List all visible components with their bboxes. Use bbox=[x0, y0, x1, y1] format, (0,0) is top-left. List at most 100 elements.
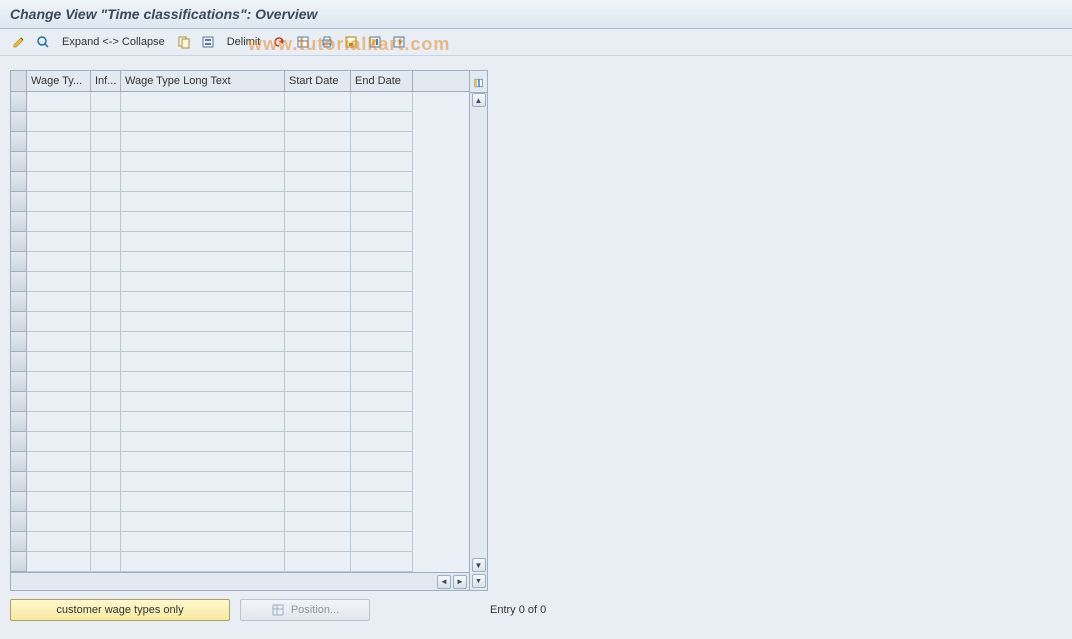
cell-end-date[interactable] bbox=[351, 212, 413, 232]
cell-wage-type[interactable] bbox=[27, 172, 91, 192]
cell-inf[interactable] bbox=[91, 412, 121, 432]
cell-wage-type[interactable] bbox=[27, 452, 91, 472]
cell-wage-type-long[interactable] bbox=[121, 292, 285, 312]
cell-wage-type-long[interactable] bbox=[121, 332, 285, 352]
cell-start-date[interactable] bbox=[285, 372, 351, 392]
row-selector[interactable] bbox=[11, 252, 27, 272]
cell-start-date[interactable] bbox=[285, 392, 351, 412]
delimit-button[interactable]: Delimit bbox=[223, 34, 265, 50]
column-header-inf[interactable]: Inf... bbox=[91, 71, 121, 91]
column-header-selector[interactable] bbox=[11, 71, 27, 91]
cell-wage-type-long[interactable] bbox=[121, 392, 285, 412]
cell-inf[interactable] bbox=[91, 372, 121, 392]
cell-end-date[interactable] bbox=[351, 532, 413, 552]
row-selector[interactable] bbox=[11, 472, 27, 492]
select-all-icon[interactable] bbox=[199, 33, 217, 51]
cell-wage-type[interactable] bbox=[27, 112, 91, 132]
cell-wage-type-long[interactable] bbox=[121, 252, 285, 272]
cell-start-date[interactable] bbox=[285, 152, 351, 172]
cell-wage-type-long[interactable] bbox=[121, 92, 285, 112]
cell-inf[interactable] bbox=[91, 392, 121, 412]
cell-wage-type[interactable] bbox=[27, 492, 91, 512]
cell-wage-type[interactable] bbox=[27, 432, 91, 452]
cell-wage-type-long[interactable] bbox=[121, 352, 285, 372]
cell-wage-type[interactable] bbox=[27, 512, 91, 532]
cell-wage-type[interactable] bbox=[27, 212, 91, 232]
cell-wage-type-long[interactable] bbox=[121, 552, 285, 572]
expand-collapse-button[interactable]: Expand <-> Collapse bbox=[58, 34, 169, 50]
save-layout-icon[interactable] bbox=[342, 33, 360, 51]
cell-start-date[interactable] bbox=[285, 412, 351, 432]
cell-end-date[interactable] bbox=[351, 132, 413, 152]
toggle-change-icon[interactable] bbox=[10, 33, 28, 51]
cell-wage-type-long[interactable] bbox=[121, 512, 285, 532]
cell-wage-type[interactable] bbox=[27, 292, 91, 312]
cell-wage-type-long[interactable] bbox=[121, 452, 285, 472]
cell-wage-type-long[interactable] bbox=[121, 472, 285, 492]
row-selector[interactable] bbox=[11, 192, 27, 212]
column-header-wage-type-long[interactable]: Wage Type Long Text bbox=[121, 71, 285, 91]
cell-wage-type[interactable] bbox=[27, 152, 91, 172]
cell-inf[interactable] bbox=[91, 352, 121, 372]
cell-start-date[interactable] bbox=[285, 272, 351, 292]
row-selector[interactable] bbox=[11, 532, 27, 552]
cell-inf[interactable] bbox=[91, 252, 121, 272]
row-selector[interactable] bbox=[11, 92, 27, 112]
row-selector[interactable] bbox=[11, 112, 27, 132]
cell-start-date[interactable] bbox=[285, 212, 351, 232]
row-selector[interactable] bbox=[11, 312, 27, 332]
cell-inf[interactable] bbox=[91, 472, 121, 492]
cell-wage-type[interactable] bbox=[27, 332, 91, 352]
cell-inf[interactable] bbox=[91, 552, 121, 572]
cell-end-date[interactable] bbox=[351, 352, 413, 372]
cell-wage-type-long[interactable] bbox=[121, 532, 285, 552]
cell-inf[interactable] bbox=[91, 292, 121, 312]
cell-start-date[interactable] bbox=[285, 492, 351, 512]
cell-start-date[interactable] bbox=[285, 552, 351, 572]
cell-wage-type-long[interactable] bbox=[121, 132, 285, 152]
cell-wage-type[interactable] bbox=[27, 232, 91, 252]
cell-end-date[interactable] bbox=[351, 372, 413, 392]
undo-icon[interactable] bbox=[270, 33, 288, 51]
cell-end-date[interactable] bbox=[351, 452, 413, 472]
cell-wage-type-long[interactable] bbox=[121, 312, 285, 332]
copy-icon[interactable] bbox=[175, 33, 193, 51]
cell-inf[interactable] bbox=[91, 132, 121, 152]
cell-inf[interactable] bbox=[91, 112, 121, 132]
cell-end-date[interactable] bbox=[351, 512, 413, 532]
print-icon[interactable] bbox=[318, 33, 336, 51]
cell-wage-type-long[interactable] bbox=[121, 412, 285, 432]
cell-end-date[interactable] bbox=[351, 272, 413, 292]
cell-inf[interactable] bbox=[91, 192, 121, 212]
row-selector[interactable] bbox=[11, 552, 27, 572]
configure-columns-icon[interactable] bbox=[470, 73, 487, 93]
row-selector[interactable] bbox=[11, 272, 27, 292]
cell-end-date[interactable] bbox=[351, 152, 413, 172]
row-selector[interactable] bbox=[11, 512, 27, 532]
cell-end-date[interactable] bbox=[351, 92, 413, 112]
cell-start-date[interactable] bbox=[285, 472, 351, 492]
cell-end-date[interactable] bbox=[351, 412, 413, 432]
cell-wage-type[interactable] bbox=[27, 392, 91, 412]
cell-inf[interactable] bbox=[91, 492, 121, 512]
cell-wage-type-long[interactable] bbox=[121, 212, 285, 232]
row-selector[interactable] bbox=[11, 432, 27, 452]
cell-end-date[interactable] bbox=[351, 392, 413, 412]
cell-end-date[interactable] bbox=[351, 172, 413, 192]
cell-inf[interactable] bbox=[91, 332, 121, 352]
cell-start-date[interactable] bbox=[285, 132, 351, 152]
row-selector[interactable] bbox=[11, 172, 27, 192]
cell-wage-type-long[interactable] bbox=[121, 192, 285, 212]
cell-inf[interactable] bbox=[91, 532, 121, 552]
cell-wage-type-long[interactable] bbox=[121, 432, 285, 452]
row-selector[interactable] bbox=[11, 232, 27, 252]
cell-wage-type[interactable] bbox=[27, 252, 91, 272]
cell-wage-type[interactable] bbox=[27, 552, 91, 572]
row-selector[interactable] bbox=[11, 212, 27, 232]
customer-wage-types-button[interactable]: customer wage types only bbox=[10, 599, 230, 621]
cell-wage-type-long[interactable] bbox=[121, 372, 285, 392]
scroll-down-icon[interactable]: ▼ bbox=[472, 558, 486, 572]
cell-end-date[interactable] bbox=[351, 492, 413, 512]
scroll-left-icon[interactable]: ◄ bbox=[437, 575, 451, 589]
cell-wage-type-long[interactable] bbox=[121, 272, 285, 292]
